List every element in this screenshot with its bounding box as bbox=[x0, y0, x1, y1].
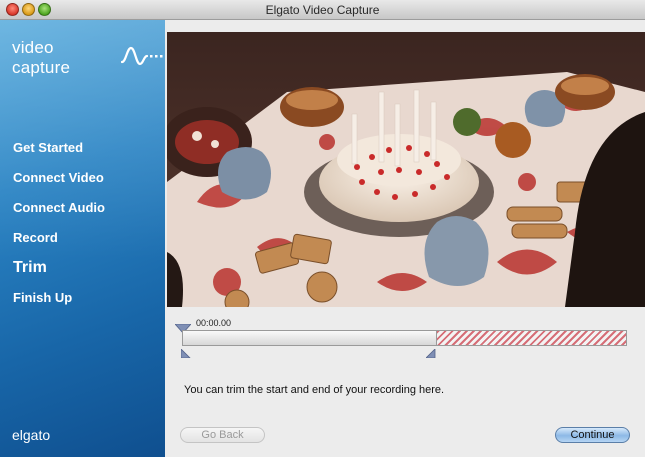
brand-logo: elgato bbox=[12, 427, 51, 443]
step-nav: Get Started Connect Video Connect Audio … bbox=[13, 138, 105, 318]
go-back-button[interactable]: Go Back bbox=[180, 427, 265, 443]
video-preview bbox=[167, 32, 645, 307]
nav-item-connect-video[interactable]: Connect Video bbox=[13, 168, 105, 198]
nav-item-trim[interactable]: Trim bbox=[13, 258, 105, 288]
continue-button[interactable]: Continue bbox=[555, 427, 630, 443]
app-logo: video capture bbox=[12, 38, 165, 78]
trimmed-region bbox=[436, 331, 626, 345]
nav-item-record[interactable]: Record bbox=[13, 228, 105, 258]
nav-item-connect-audio[interactable]: Connect Audio bbox=[13, 198, 105, 228]
nav-item-finish-up[interactable]: Finish Up bbox=[13, 288, 105, 318]
trim-end-handle[interactable] bbox=[425, 345, 436, 363]
trim-hint-text: You can trim the start and end of your r… bbox=[184, 384, 445, 396]
app-logo-text: video capture bbox=[12, 38, 71, 77]
app-window: Elgato Video Capture video capture Get S… bbox=[0, 0, 645, 457]
title-bar: Elgato Video Capture bbox=[0, 0, 645, 20]
timecode-readout: 00:00.00 bbox=[196, 318, 232, 328]
trim-timeline-track[interactable] bbox=[182, 330, 627, 346]
video-frame-image bbox=[167, 32, 645, 307]
trim-start-handle[interactable] bbox=[180, 345, 191, 363]
window-title: Elgato Video Capture bbox=[265, 3, 380, 17]
sidebar: video capture Get Started Connect Video … bbox=[0, 20, 165, 457]
nav-item-get-started[interactable]: Get Started bbox=[13, 138, 105, 168]
waveform-icon bbox=[120, 45, 165, 72]
